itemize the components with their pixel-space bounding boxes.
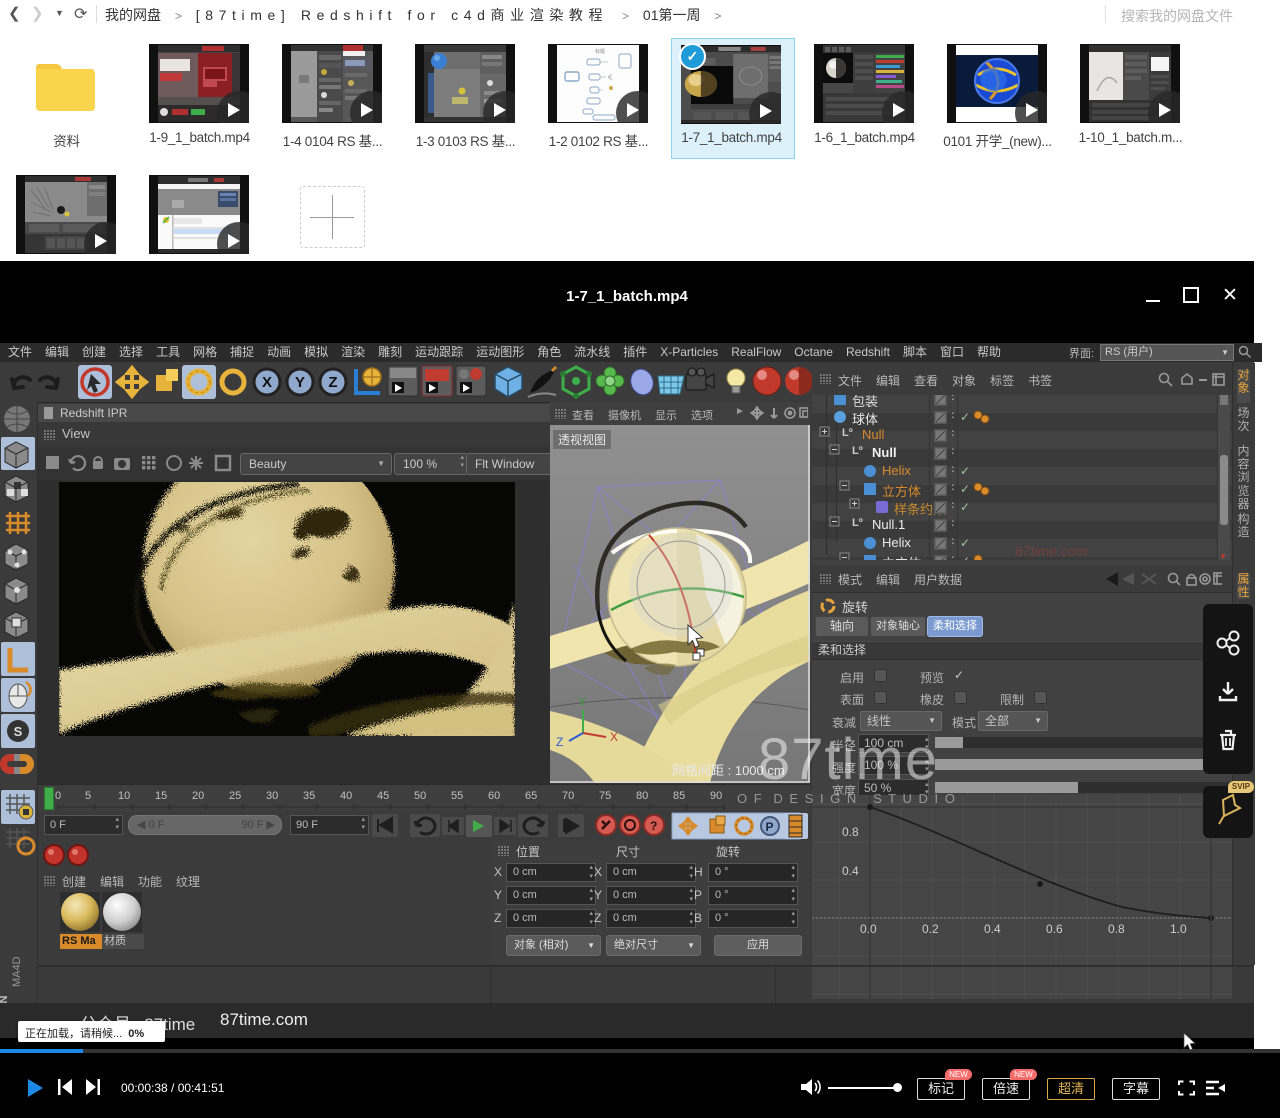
svg-text:40: 40 [340, 790, 352, 802]
svg-text:0.6: 0.6 [1046, 922, 1063, 936]
svg-text:45: 45 [377, 790, 389, 802]
svg-text:?: ? [650, 819, 657, 833]
svg-text:0.8: 0.8 [1108, 922, 1125, 936]
svg-text:X: X [262, 374, 272, 391]
svg-text:70: 70 [562, 790, 574, 802]
svg-text:Z: Z [556, 735, 563, 749]
svg-text:Y: Y [295, 374, 305, 391]
svg-text:P: P [766, 820, 774, 834]
svg-text:网格间距 : 1000 cm: 网格间距 : 1000 cm [672, 763, 785, 778]
svg-text:80: 80 [636, 790, 648, 802]
svg-text:5: 5 [85, 790, 91, 802]
svg-text:0.2: 0.2 [922, 922, 939, 936]
svg-text:1.0: 1.0 [1170, 922, 1187, 936]
svg-text:0.0: 0.0 [860, 922, 877, 936]
svg-text:20: 20 [192, 790, 204, 802]
svg-text:0.4: 0.4 [984, 922, 1001, 936]
svg-text:15: 15 [155, 790, 167, 802]
svg-text:30: 30 [266, 790, 278, 802]
svg-text:标题: 标题 [595, 48, 605, 55]
svg-text:60: 60 [488, 790, 500, 802]
svg-text:0.4: 0.4 [842, 864, 859, 878]
svg-text:90: 90 [710, 790, 722, 802]
svg-text:ON: ON [0, 995, 10, 1003]
svg-text:MA4D: MA4D [11, 956, 23, 987]
svg-text:0: 0 [55, 790, 61, 802]
svg-text:Z: Z [328, 374, 337, 391]
svg-text:35: 35 [303, 790, 315, 802]
svg-text:Y: Y [578, 695, 586, 709]
svg-text:S: S [14, 724, 23, 739]
svg-text:X: X [610, 730, 618, 744]
svg-text:25: 25 [229, 790, 241, 802]
svg-text:75: 75 [599, 790, 611, 802]
svg-text:10: 10 [118, 790, 130, 802]
svg-text:65: 65 [525, 790, 537, 802]
svg-text:55: 55 [451, 790, 463, 802]
svg-text:85: 85 [673, 790, 685, 802]
svg-text:50: 50 [414, 790, 426, 802]
